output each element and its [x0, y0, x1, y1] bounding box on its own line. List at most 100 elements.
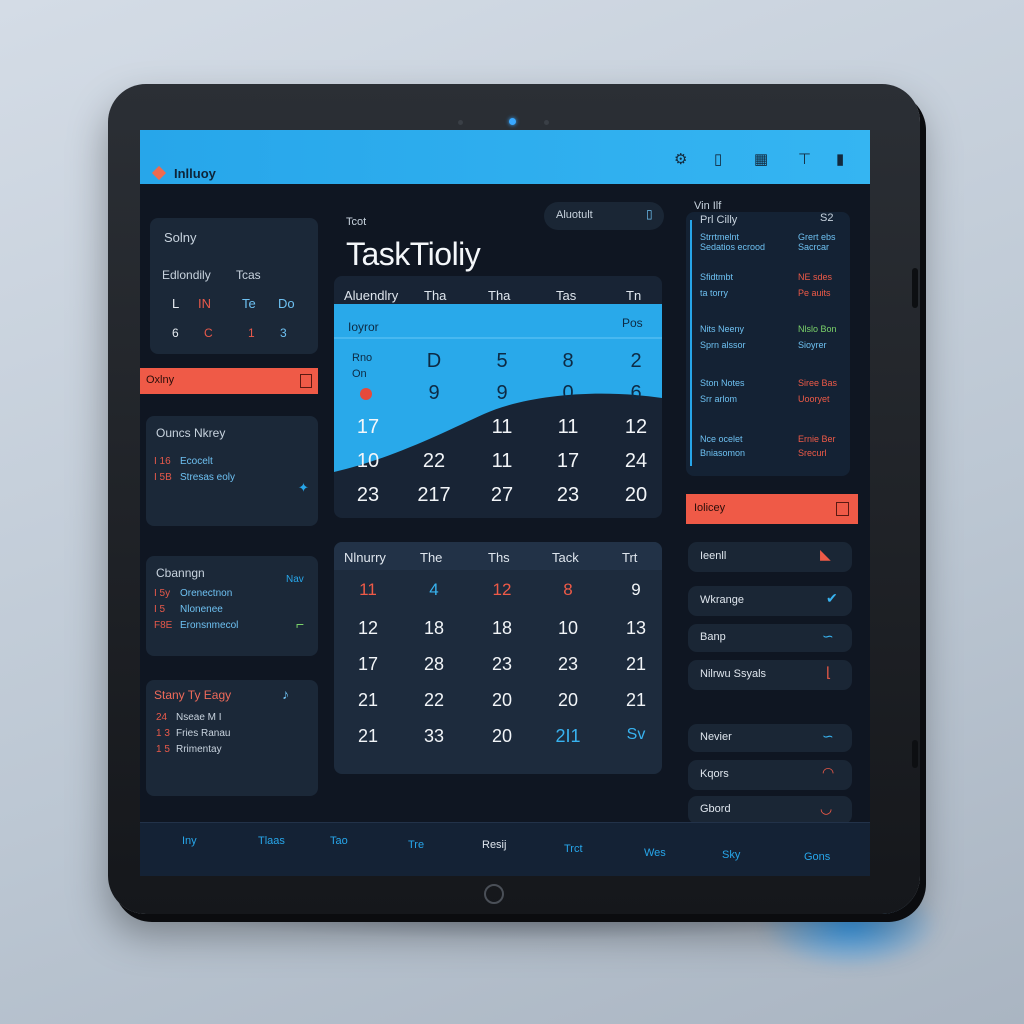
- calendar-day[interactable]: 18: [482, 618, 522, 639]
- calendar-day[interactable]: 12: [482, 580, 522, 600]
- calendar-header: Tas: [556, 288, 577, 303]
- day-value: C: [204, 326, 213, 340]
- settings-icon[interactable]: ⚙: [674, 150, 687, 168]
- calendar-header: Ths: [488, 550, 510, 565]
- pin-icon[interactable]: ⊤: [798, 150, 811, 168]
- calendar-day[interactable]: 13: [616, 618, 656, 639]
- calendar-header: Trt: [622, 550, 638, 565]
- calendar-day[interactable]: 23: [482, 654, 522, 675]
- calendar-day[interactable]: 20: [548, 690, 588, 711]
- calendar-day[interactable]: 21: [348, 726, 388, 747]
- calendar-day[interactable]: 20: [616, 484, 656, 507]
- row-value: Rrimentay: [176, 744, 222, 755]
- summary-card[interactable]: Stany Ty Eagy ♪ 24 Nseae M I 1 3 Fries R…: [146, 680, 318, 796]
- app-logo-icon: [151, 165, 167, 181]
- alert-label: Iolicey: [694, 502, 726, 514]
- calendar-primary: Aluendlry Tha Tha Tas Tn Ioyror Pos Rno …: [334, 276, 662, 518]
- chart-icon[interactable]: ▮: [836, 150, 844, 168]
- nav-item[interactable]: Trct: [564, 843, 583, 855]
- alert-bar-right[interactable]: Iolicey: [686, 494, 858, 524]
- task-desc: Bniasomon: [700, 448, 746, 458]
- action-pill[interactable]: Gbord ◡: [688, 796, 852, 824]
- band-label: Ioyror: [348, 320, 379, 334]
- clipboard-icon[interactable]: ▯: [714, 150, 722, 168]
- stats-card[interactable]: Solny Edlondily Tcas L IN Te Do 6 C 1 3: [150, 218, 318, 354]
- search-pill[interactable]: Aluotult ▯: [544, 202, 664, 230]
- nav-item[interactable]: Tlaas: [258, 835, 285, 847]
- calendar-day[interactable]: 23: [348, 484, 388, 507]
- star-icon: ✦: [298, 480, 309, 495]
- calendar-day[interactable]: 21: [616, 690, 656, 711]
- pill-label: Banp: [700, 631, 726, 643]
- action-pill[interactable]: Banp ∽: [688, 624, 852, 652]
- home-button[interactable]: [484, 884, 504, 904]
- nav-item[interactable]: Tre: [408, 839, 424, 851]
- calendar-day[interactable]: 11: [348, 580, 388, 600]
- calendar-day[interactable]: 9: [414, 382, 454, 405]
- calendar-day[interactable]: 33: [414, 726, 454, 747]
- nav-item[interactable]: Gons: [804, 851, 830, 863]
- calendar-day[interactable]: 10: [348, 450, 388, 473]
- calendar-icon[interactable]: ▦: [754, 150, 768, 168]
- calendar-day[interactable]: 23: [548, 654, 588, 675]
- action-pill[interactable]: Nevier ∽: [688, 724, 852, 752]
- calendar-day[interactable]: 27: [482, 484, 522, 507]
- action-pill[interactable]: Kqors ◠: [688, 760, 852, 790]
- check-icon: ✔: [826, 590, 838, 606]
- calendar-day[interactable]: 8: [548, 350, 588, 373]
- calendar-day[interactable]: 11: [548, 416, 588, 439]
- changes-card[interactable]: Cbanngn Nav I 5y Orenectnon I 5 Nlonenee…: [146, 556, 318, 656]
- action-pill[interactable]: Nilrwu Ssyals ⌊: [688, 660, 852, 690]
- calendar-day[interactable]: 20: [482, 726, 522, 747]
- calendar-day[interactable]: 17: [348, 654, 388, 675]
- task-desc: Sprn alssor: [700, 340, 746, 350]
- calendar-day[interactable]: 2: [616, 350, 656, 373]
- calendar-day[interactable]: 5: [482, 350, 522, 373]
- alert-bar-left[interactable]: Oxlny: [140, 368, 318, 394]
- calendar-day[interactable]: 0: [548, 382, 588, 405]
- calendar-day[interactable]: 17: [348, 416, 388, 439]
- calendar-day[interactable]: 28: [414, 654, 454, 675]
- action-pill[interactable]: Ieenll ◣: [688, 542, 852, 572]
- task-meta: Sacrcar: [798, 242, 830, 252]
- calendar-day[interactable]: Sv: [616, 726, 656, 744]
- nav-item[interactable]: Tao: [330, 835, 348, 847]
- action-pill[interactable]: Wkrange ✔: [688, 586, 852, 616]
- calendar-day[interactable]: 24: [616, 450, 656, 473]
- calendar-day[interactable]: 17: [548, 450, 588, 473]
- calendar-day[interactable]: 8: [548, 580, 588, 600]
- top-bar: Inlluoy ⚙ ▯ ▦ ⊤ ▮: [140, 130, 870, 184]
- calendar-day[interactable]: 20: [482, 690, 522, 711]
- nav-item[interactable]: Wes: [644, 847, 666, 859]
- calendar-day[interactable]: 22: [414, 450, 454, 473]
- row-label: Rno: [352, 352, 373, 364]
- task-list-card[interactable]: Prl Cilly S2 Strrtmelnt Sedatios ecrood …: [686, 212, 850, 476]
- calendar-day[interactable]: 18: [414, 618, 454, 639]
- calendar-header: Nlnurry: [344, 550, 386, 565]
- calendar-day[interactable]: 11: [482, 450, 522, 473]
- calendar-day[interactable]: 9: [482, 382, 522, 405]
- pill-label: Kqors: [700, 768, 729, 780]
- card-title: Ouncs Nkrey: [156, 426, 226, 440]
- nav-item[interactable]: Sky: [722, 849, 740, 861]
- calendar-day[interactable]: 22: [414, 690, 454, 711]
- nav-item[interactable]: Iny: [182, 835, 197, 847]
- calendar-day[interactable]: 4: [414, 580, 454, 600]
- calendar-day[interactable]: 2I1: [548, 726, 588, 747]
- calendar-day[interactable]: 12: [348, 618, 388, 639]
- nav-item[interactable]: Resij: [482, 839, 506, 851]
- calendar-day[interactable]: 12: [616, 416, 656, 439]
- task-meta: Grert ebs: [798, 232, 836, 242]
- notes-card[interactable]: Ouncs Nkrey I 16 Ecocelt I 5B Stresas eo…: [146, 416, 318, 526]
- calendar-day[interactable]: 11: [482, 416, 522, 439]
- calendar-day[interactable]: 217: [414, 484, 454, 507]
- app-name: Inlluoy: [174, 166, 216, 181]
- calendar-day[interactable]: 9: [616, 580, 656, 600]
- list-subtitle-2: S2: [820, 212, 834, 224]
- calendar-day[interactable]: 23: [548, 484, 588, 507]
- calendar-day[interactable]: 6: [616, 382, 656, 405]
- calendar-day[interactable]: 21: [348, 690, 388, 711]
- calendar-day[interactable]: 10: [548, 618, 588, 639]
- calendar-day[interactable]: 21: [616, 654, 656, 675]
- calendar-day[interactable]: D: [414, 350, 454, 373]
